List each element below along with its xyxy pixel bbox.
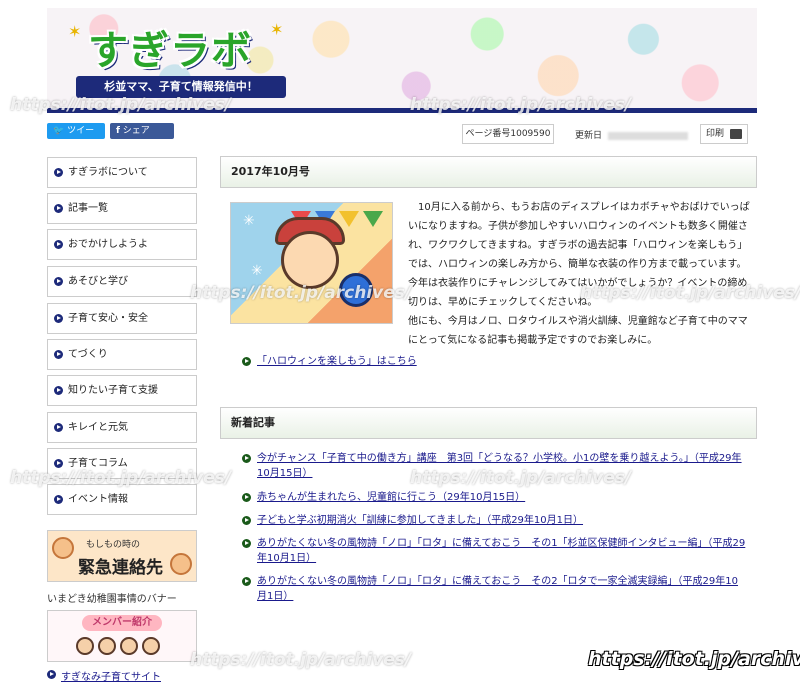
bunting-flag bbox=[363, 211, 383, 227]
new-article-item[interactable]: 赤ちゃんが生まれたら、児童館に行こう（29年10月15日） bbox=[242, 490, 747, 505]
halloween-link-text[interactable]: 「ハロウィンを楽しもう」はこちら bbox=[257, 354, 742, 369]
sidebar-item-label: イベント情報 bbox=[68, 494, 128, 505]
new-article-link[interactable]: 今がチャンス「子育て中の働き方」講座 第3回「どうなる？小学校。小1の壁を乗り越… bbox=[257, 451, 747, 481]
arrow-bullet-icon bbox=[54, 495, 63, 504]
bunting-flag bbox=[339, 211, 359, 227]
print-label: 印刷 bbox=[706, 129, 725, 139]
emergency-contacts-banner[interactable]: もしもの時の 緊急連絡先 bbox=[47, 530, 197, 582]
new-articles-heading: 新着記事 bbox=[220, 407, 757, 439]
updated-date: 更新日 bbox=[575, 128, 689, 141]
sidebar-item-label: 子育てコラム bbox=[68, 458, 128, 469]
sidebar-item-safety[interactable]: 子育て安心・安全 bbox=[47, 303, 197, 334]
ball-icon bbox=[339, 273, 373, 307]
bird-icon: 🐦 bbox=[53, 126, 65, 136]
blurred-date bbox=[608, 131, 689, 140]
sparkle-icon: ✶ bbox=[270, 20, 284, 39]
new-article-item[interactable]: 今がチャンス「子育て中の働き方」講座 第3回「どうなる？小学校。小1の壁を乗り越… bbox=[242, 451, 747, 481]
arrow-bullet-icon bbox=[54, 204, 63, 213]
arrow-bullet-icon bbox=[242, 516, 251, 525]
emergency-banner-small: もしもの時の bbox=[86, 540, 141, 550]
mascot-icon bbox=[170, 553, 192, 575]
arrow-bullet-icon bbox=[54, 350, 63, 359]
arrow-bullet-icon bbox=[54, 423, 63, 432]
sidebar-item-play-learn[interactable]: あそびと学び bbox=[47, 266, 197, 297]
halloween-illustration: ✳ ✳ bbox=[230, 202, 393, 324]
arrow-bullet-icon bbox=[54, 240, 63, 249]
child-icon bbox=[98, 637, 116, 655]
child-icon bbox=[120, 637, 138, 655]
arrow-bullet-icon bbox=[54, 314, 63, 323]
arrow-bullet-icon bbox=[242, 357, 251, 366]
print-button[interactable]: 印刷 bbox=[700, 124, 748, 144]
sidebar-item-support[interactable]: 知りたい子育て支援 bbox=[47, 375, 197, 406]
new-article-link[interactable]: ありがたくない冬の風物詩「ノロ」「ロタ」に備えておこう その2「ロタで一家全滅実… bbox=[257, 574, 747, 604]
new-article-link[interactable]: ありがたくない冬の風物詩「ノロ」「ロタ」に備えておこう その1「杉並区保健師イン… bbox=[257, 536, 747, 566]
tweet-button[interactable]: 🐦 ツイート bbox=[47, 123, 105, 152]
arrow-bullet-icon bbox=[47, 670, 56, 679]
sidebar-item-label: キレイと元気 bbox=[68, 422, 128, 433]
mascot-icon bbox=[52, 537, 74, 559]
sidebar-item-label: てづくり bbox=[68, 349, 108, 360]
emergency-banner-title: 緊急連絡先 bbox=[78, 558, 163, 578]
arrow-bullet-icon bbox=[242, 454, 251, 463]
arrow-bullet-icon bbox=[54, 168, 63, 177]
banner-caption: いまどき幼稚園事情のバナー bbox=[47, 594, 177, 605]
child-icon bbox=[76, 637, 94, 655]
updated-label: 更新日 bbox=[575, 131, 603, 141]
printer-icon bbox=[730, 129, 742, 139]
sidebar-item-label: おでかけしようよ bbox=[68, 239, 148, 250]
member-banner-title: メンバー紹介 bbox=[82, 615, 162, 631]
sidebar-item-articles[interactable]: 記事一覧 bbox=[47, 193, 197, 224]
issue-intro: 10月に入る前から、もうお店のディスプレイはカボチャやおばけでいっぱいになります… bbox=[408, 198, 750, 350]
sidebar-item-events[interactable]: イベント情報 bbox=[47, 484, 197, 515]
arrow-bullet-icon bbox=[54, 459, 63, 468]
logo-subtitle: 杉並ママ、子育て情報発信中！ bbox=[76, 76, 286, 98]
sparkle-icon: ✳ bbox=[243, 213, 255, 229]
new-article-item[interactable]: ありがたくない冬の風物詩「ノロ」「ロタ」に備えておこう その2「ロタで一家全滅実… bbox=[242, 574, 747, 604]
arrow-bullet-icon bbox=[54, 386, 63, 395]
facebook-share-button[interactable]: f シェア 235 bbox=[110, 123, 174, 152]
intro-paragraph-2: 他にも、今月はノロ、ロタウイルスや消火訓練、児童館など子育て中のママにとって気に… bbox=[408, 316, 748, 346]
arrow-bullet-icon bbox=[242, 539, 251, 548]
sidebar-item-column[interactable]: 子育てコラム bbox=[47, 448, 197, 479]
sidebar-item-handmade[interactable]: てづくり bbox=[47, 339, 197, 370]
issue-heading: 2017年10月号 bbox=[220, 156, 757, 188]
watermark: https://itot.jp/archives/ bbox=[190, 650, 412, 670]
halloween-article-link[interactable]: 「ハロウィンを楽しもう」はこちら bbox=[242, 354, 742, 369]
arrow-bullet-icon bbox=[242, 577, 251, 586]
sparkle-icon: ✳ bbox=[251, 263, 263, 279]
arrow-bullet-icon bbox=[242, 493, 251, 502]
logo-title: すぎラボ bbox=[88, 28, 252, 74]
member-intro-banner[interactable]: メンバー紹介 bbox=[47, 610, 197, 662]
new-article-link[interactable]: 子どもと学ぶ初期消火「訓練に参加してきました」（平成29年10月1日） bbox=[257, 513, 747, 528]
arrow-bullet-icon bbox=[54, 277, 63, 286]
sidebar-item-outing[interactable]: おでかけしようよ bbox=[47, 229, 197, 260]
sidebar-item-label: 子育て安心・安全 bbox=[68, 313, 148, 324]
suginami-kosodate-link[interactable]: すぎなみ子育てサイト bbox=[47, 668, 161, 683]
header-divider bbox=[47, 108, 757, 113]
sidebar-item-about[interactable]: すぎラボについて bbox=[47, 157, 197, 188]
new-article-link[interactable]: 赤ちゃんが生まれたら、児童館に行こう（29年10月15日） bbox=[257, 490, 747, 505]
watermark: https://itot.jp/archives/ bbox=[588, 648, 800, 670]
sparkle-icon: ✶ bbox=[68, 22, 82, 41]
new-article-item[interactable]: ありがたくない冬の風物詩「ノロ」「ロタ」に備えておこう その1「杉並区保健師イン… bbox=[242, 536, 747, 566]
intro-paragraph-1: 10月に入る前から、もうお店のディスプレイはカボチャやおばけでいっぱいになります… bbox=[408, 202, 750, 308]
sidebar-item-label: 記事一覧 bbox=[68, 203, 108, 214]
sidebar-item-health[interactable]: キレイと元気 bbox=[47, 412, 197, 443]
sidebar-item-label: 知りたい子育て支援 bbox=[68, 385, 158, 396]
child-face bbox=[281, 231, 339, 289]
new-article-item[interactable]: 子どもと学ぶ初期消火「訓練に参加してきました」（平成29年10月1日） bbox=[242, 513, 747, 528]
sidebar-item-label: あそびと学び bbox=[68, 276, 128, 287]
side-link-label: すぎなみ子育てサイト bbox=[61, 672, 161, 683]
site-logo[interactable]: ✶ ✶ すぎラボ 杉並ママ、子育て情報発信中！ bbox=[68, 18, 290, 100]
sidebar-item-label: すぎラボについて bbox=[68, 167, 148, 178]
child-icon bbox=[142, 637, 160, 655]
facebook-icon: f bbox=[116, 126, 120, 136]
page-number: ページ番号1009590 bbox=[462, 124, 554, 144]
share-label: シェア 235 bbox=[116, 126, 150, 152]
